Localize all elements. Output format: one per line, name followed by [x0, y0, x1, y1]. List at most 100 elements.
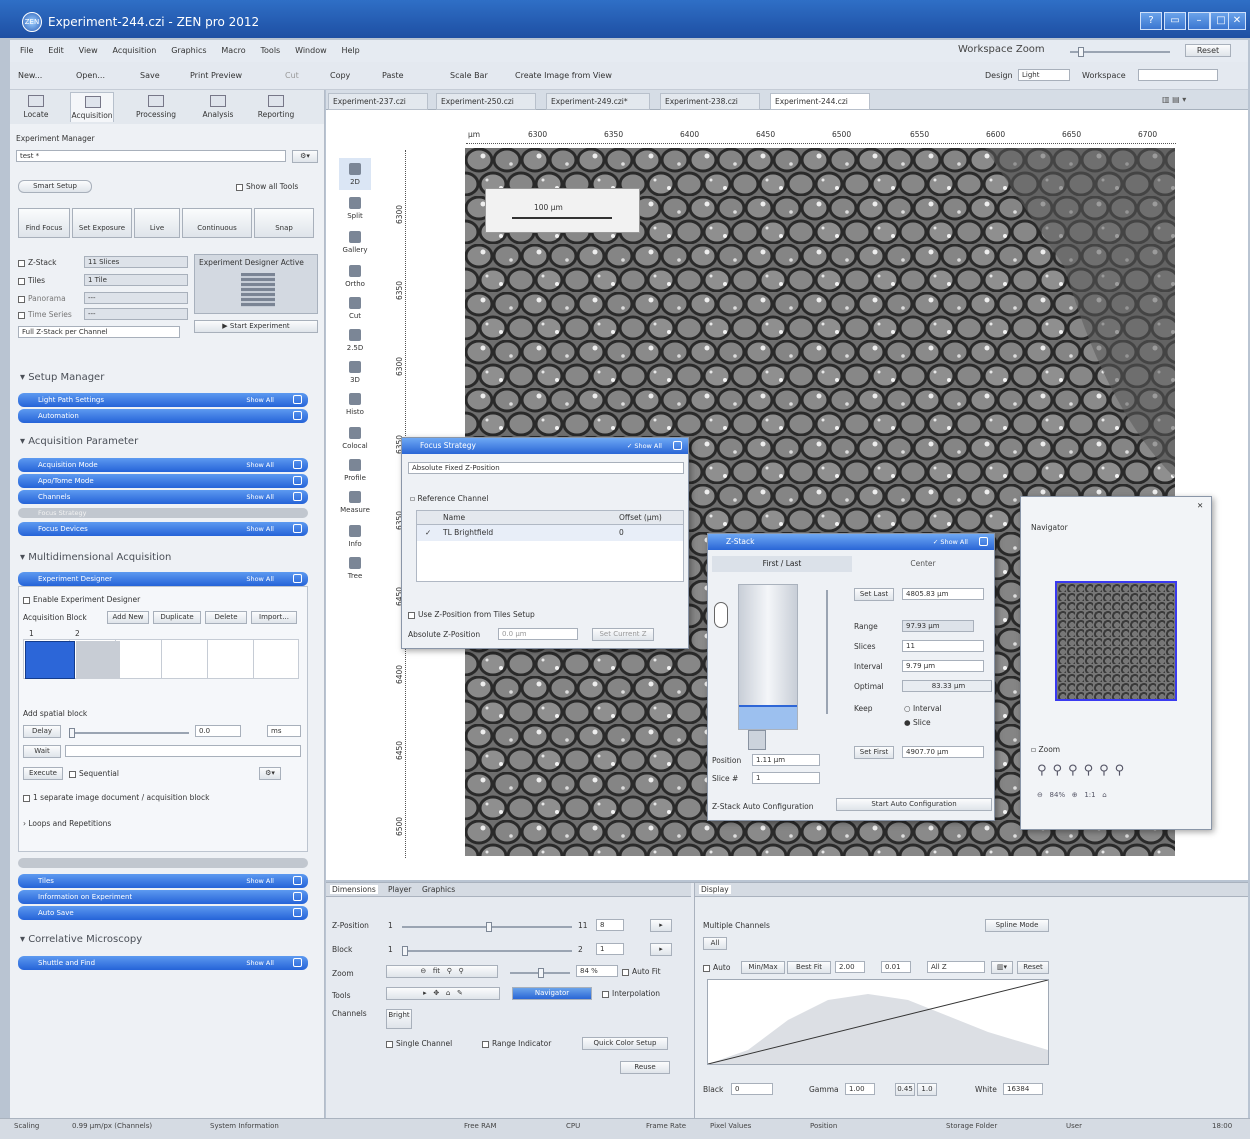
save-button[interactable]: Save: [140, 71, 160, 80]
use-tiles-z-checkbox[interactable]: Use Z-Position from Tiles Setup: [408, 610, 535, 619]
view-info-button[interactable]: Info: [339, 520, 371, 552]
open-button[interactable]: Open...: [76, 71, 105, 80]
delay-button[interactable]: Delay: [23, 725, 61, 738]
minimize-icon[interactable]: –: [1188, 12, 1210, 30]
separate-doc-checkbox[interactable]: 1 separate image document / acquisition …: [23, 793, 210, 802]
block-field[interactable]: 1: [596, 943, 624, 955]
delete-block-button[interactable]: Delete: [205, 611, 247, 624]
view-profile-button[interactable]: Profile: [339, 454, 371, 486]
slice-number-field[interactable]: 1: [752, 772, 820, 784]
delay-value-field[interactable]: 0.0: [195, 725, 241, 737]
continuous-button[interactable]: Continuous: [182, 208, 252, 238]
navigator-thumbnail[interactable]: [1055, 581, 1177, 701]
channel-select[interactable]: ▥▾: [991, 961, 1013, 974]
zoom-tool-icons[interactable]: ⚲⚲⚲⚲⚲⚲: [1037, 763, 1197, 783]
zstack-title[interactable]: Z-Stack ✓ Show All: [708, 534, 994, 550]
block-slider[interactable]: [402, 946, 572, 956]
spline-mode-button[interactable]: Spline Mode: [985, 919, 1049, 932]
auto-save-bar[interactable]: Auto Save: [18, 906, 308, 920]
view-colocal-button[interactable]: Colocal: [339, 422, 371, 454]
menu-macro[interactable]: Macro: [221, 46, 245, 55]
block-timeline[interactable]: [23, 639, 299, 679]
automation-bar[interactable]: Automation: [18, 409, 308, 423]
best-fit-value-1[interactable]: 2.00: [835, 961, 865, 973]
tab-center[interactable]: Center: [856, 556, 990, 572]
shuttle-find-bar[interactable]: Shuttle and Find Show All: [18, 956, 308, 970]
collapsed-bar[interactable]: [18, 858, 308, 868]
doc-tab[interactable]: Experiment-249.czi*: [546, 93, 650, 110]
view-gallery-button[interactable]: Gallery: [339, 226, 371, 258]
gamma-preset-2[interactable]: 1.0: [917, 1083, 937, 1096]
tab-dimensions[interactable]: Dimensions: [330, 885, 378, 894]
scale-bar-box[interactable]: 100 µm: [485, 188, 640, 233]
best-fit-button[interactable]: Best Fit: [787, 961, 831, 974]
settings-gear-icon[interactable]: ⚙▾: [259, 767, 281, 780]
absolute-z-field[interactable]: 0.0 µm: [498, 628, 578, 640]
menu-graphics[interactable]: Graphics: [171, 46, 206, 55]
wait-button[interactable]: Wait: [23, 745, 61, 758]
block-play-button[interactable]: ▸: [650, 943, 672, 956]
execute-button[interactable]: Execute: [23, 767, 63, 780]
bright-channel-button[interactable]: Bright: [386, 1009, 412, 1029]
menu-acquisition[interactable]: Acquisition: [113, 46, 157, 55]
zstack-mode-select[interactable]: Full Z-Stack per Channel: [18, 326, 180, 338]
find-focus-button[interactable]: Find Focus: [18, 208, 70, 238]
experiment-options-button[interactable]: ⚙▾: [292, 150, 318, 163]
doc-tab-active[interactable]: Experiment-244.czi: [770, 93, 870, 110]
wait-field[interactable]: [65, 745, 301, 757]
apotome-mode-bar[interactable]: Apo/Tome Mode: [18, 474, 308, 488]
display-reset-button[interactable]: Reset: [1017, 961, 1049, 974]
reuse-button[interactable]: Reuse: [620, 1061, 670, 1074]
gamma-preset-1[interactable]: 0.45: [895, 1083, 915, 1096]
help-icon[interactable]: ?: [1140, 12, 1162, 30]
view-tree-button[interactable]: Tree: [339, 552, 371, 584]
zoom-toggle[interactable]: ▫ Zoom: [1031, 745, 1060, 754]
experiment-designer-bar[interactable]: Experiment Designer Show All: [18, 572, 308, 586]
block-1[interactable]: [25, 641, 75, 679]
keep-slice-radio[interactable]: ● Slice: [904, 718, 931, 727]
doc-tab[interactable]: Experiment-237.czi: [328, 93, 428, 110]
delay-slider[interactable]: [69, 728, 189, 738]
workspace-reset-button[interactable]: Reset: [1185, 44, 1231, 57]
tiles-checkbox[interactable]: Tiles: [18, 276, 45, 285]
doc-tab[interactable]: Experiment-238.czi: [660, 93, 760, 110]
last-position-field[interactable]: 4805.83 µm: [902, 588, 984, 600]
zoom-field[interactable]: 84 %: [576, 965, 618, 977]
information-bar[interactable]: Information on Experiment: [18, 890, 308, 904]
optimal-button[interactable]: 83.33 µm: [902, 680, 992, 692]
view-3d-button[interactable]: 3D: [339, 356, 371, 388]
tab-display[interactable]: Display: [699, 885, 731, 894]
add-new-block-button[interactable]: Add New: [107, 611, 149, 624]
focus-knob-icon[interactable]: [714, 602, 728, 628]
z-position-field[interactable]: 8: [596, 919, 624, 931]
zoom-controls[interactable]: ⊖ 84% ⊕ 1:1 ⌂: [1037, 791, 1197, 803]
live-button[interactable]: Live: [134, 208, 180, 238]
tab-player[interactable]: Player: [388, 885, 411, 894]
correlative-header[interactable]: ▾ Correlative Microscopy: [20, 934, 142, 945]
all-button[interactable]: All: [703, 937, 727, 950]
design-select[interactable]: Light: [1018, 69, 1070, 81]
all-z-select[interactable]: All Z: [927, 961, 985, 973]
view-split-button[interactable]: Split: [339, 192, 371, 224]
first-position-field[interactable]: 4907.70 µm: [902, 746, 984, 758]
menu-edit[interactable]: Edit: [48, 46, 64, 55]
block-2[interactable]: [76, 641, 120, 679]
zoom-slider[interactable]: [510, 968, 570, 978]
layout-icons[interactable]: ▥ ▤ ▾: [1162, 95, 1186, 104]
tiles-bar[interactable]: Tiles Show All: [18, 874, 308, 888]
view-2d-button[interactable]: 2D: [339, 158, 371, 190]
menu-file[interactable]: File: [20, 46, 33, 55]
tab-processing[interactable]: Processing: [134, 92, 178, 122]
view-measure-button[interactable]: Measure: [339, 486, 371, 518]
tab-locate[interactable]: Locate: [14, 92, 58, 122]
start-auto-config-button[interactable]: Start Auto Configuration: [836, 798, 992, 811]
create-image-button[interactable]: Create Image from View: [515, 71, 612, 80]
focus-strategy-title[interactable]: Focus Strategy ✓ Show All: [402, 438, 688, 454]
print-preview-button[interactable]: Print Preview: [190, 71, 242, 80]
reference-channel-toggle[interactable]: ▫ Reference Channel: [410, 494, 488, 503]
menu-view[interactable]: View: [79, 46, 98, 55]
smart-setup-button[interactable]: Smart Setup: [18, 180, 92, 193]
doc-tab[interactable]: Experiment-250.czi: [436, 93, 536, 110]
quick-color-setup-button[interactable]: Quick Color Setup: [582, 1037, 668, 1050]
tab-analysis[interactable]: Analysis: [196, 92, 240, 122]
